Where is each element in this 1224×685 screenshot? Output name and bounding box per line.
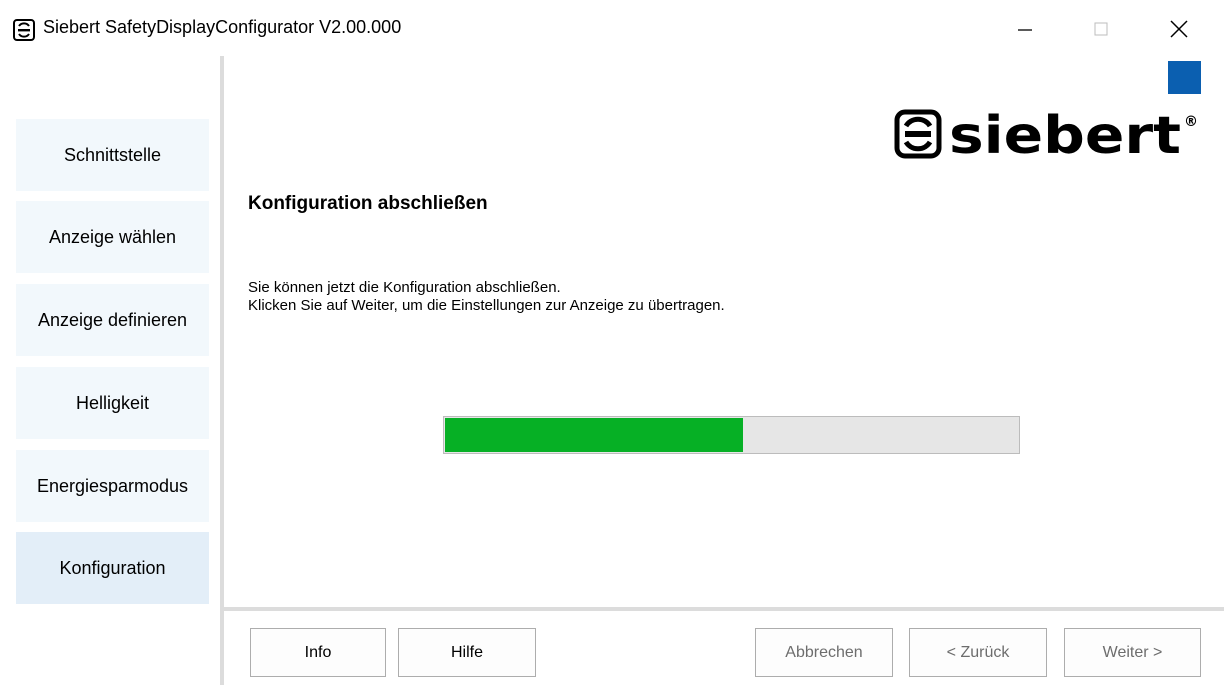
sidebar-item-label: Schnittstelle [63, 144, 162, 165]
window-title: Siebert SafetyDisplayConfigurator V2.00.… [43, 17, 402, 37]
info-button[interactable]: Info [250, 628, 386, 677]
registered-mark: ® [1184, 114, 1198, 130]
progress-bar-fill [445, 418, 743, 452]
sidebar-item-anzeige-definieren[interactable]: Anzeige definieren [16, 284, 209, 356]
siebert-logo: siebert ® [894, 106, 1198, 166]
sidebar-item-label: Konfiguration [59, 557, 166, 578]
help-button[interactable]: Hilfe [398, 628, 536, 677]
next-button[interactable]: Weiter > [1064, 628, 1201, 677]
progress-bar [443, 416, 1020, 454]
page-title: Konfiguration abschließen [248, 193, 488, 214]
cancel-button[interactable]: Abbrechen [755, 628, 893, 677]
maximize-icon [1094, 22, 1108, 36]
instruction-line-2: Klicken Sie auf Weiter, um die Einstellu… [248, 297, 725, 314]
status-indicator [1168, 61, 1201, 94]
minimize-button[interactable] [1002, 8, 1048, 50]
sidebar-item-label: Energiesparmodus [36, 475, 189, 496]
back-button[interactable]: < Zurück [909, 628, 1047, 677]
sidebar-item-energiesparmodus[interactable]: Energiesparmodus [16, 450, 209, 522]
instructions-text: Sie können jetzt die Konfiguration absch… [248, 279, 725, 315]
sidebar-item-helligkeit[interactable]: Helligkeit [16, 367, 209, 439]
wizard-sidebar: Schnittstelle Anzeige wählen Anzeige def… [0, 56, 220, 685]
sidebar-item-label: Anzeige wählen [48, 226, 177, 247]
siebert-app-icon [13, 19, 35, 41]
instruction-line-1: Sie können jetzt die Konfiguration absch… [248, 279, 561, 296]
title-bar: Siebert SafetyDisplayConfigurator V2.00.… [0, 0, 1224, 56]
sidebar-item-schnittstelle[interactable]: Schnittstelle [16, 119, 209, 191]
close-button[interactable] [1156, 8, 1202, 50]
siebert-logo-text: siebert [949, 106, 1181, 166]
close-icon [1170, 20, 1188, 38]
vertical-divider [220, 56, 224, 685]
sidebar-item-label: Anzeige definieren [37, 309, 188, 330]
sidebar-item-konfiguration[interactable]: Konfiguration [16, 532, 209, 604]
minimize-icon [1018, 29, 1032, 31]
sidebar-item-anzeige-waehlen[interactable]: Anzeige wählen [16, 201, 209, 273]
maximize-button[interactable] [1078, 8, 1124, 50]
sidebar-item-label: Helligkeit [75, 392, 150, 413]
horizontal-divider [224, 607, 1224, 611]
